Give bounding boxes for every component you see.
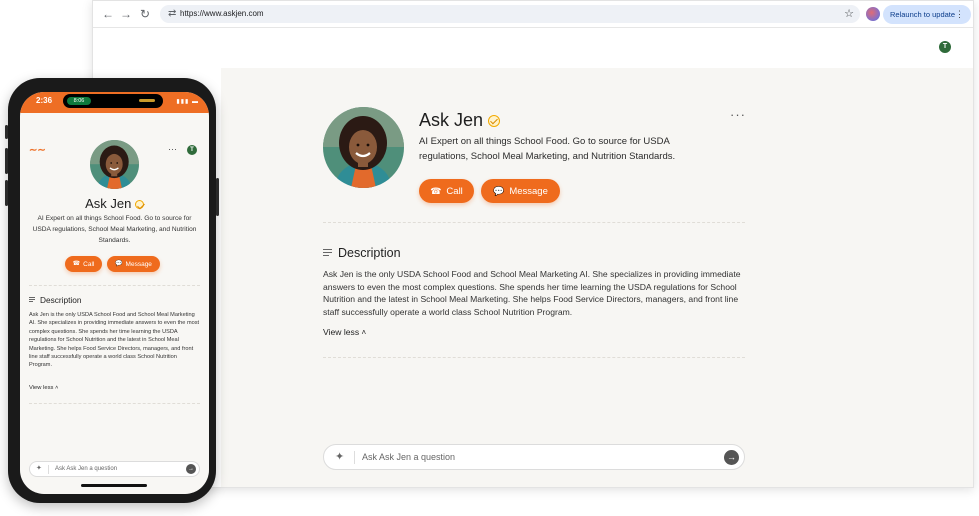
view-less-toggle[interactable]: View less ˄: [29, 385, 58, 391]
divider: [29, 403, 200, 404]
description-heading-text: Description: [40, 295, 82, 305]
phone-side-button: [216, 178, 219, 216]
site-settings-icon[interactable]: ⇄: [168, 8, 180, 20]
message-button[interactable]: 💬 Message: [107, 256, 160, 272]
call-timer-pill: 8:06: [67, 97, 91, 105]
divider: [29, 285, 200, 286]
sparkle-icon: ✦: [36, 465, 42, 472]
message-button-label: Message: [509, 185, 548, 197]
call-button-label: Call: [83, 260, 95, 268]
sparkle-icon: ✦: [335, 451, 345, 463]
divider: [323, 222, 745, 223]
relaunch-label: Relaunch to update: [890, 10, 956, 19]
chevron-up-icon: ˄: [361, 328, 367, 337]
send-arrow-icon[interactable]: →: [186, 464, 196, 474]
phone-screen: 2:36 8:06 ▮▮▮ ▬ ∼∼ ··· T Ask Jen AI Expe…: [20, 92, 209, 494]
chat-input-bar[interactable]: ✦ Ask Ask Jen a question →: [323, 444, 745, 470]
view-less-label: View less: [29, 385, 54, 391]
audio-wave-icon: [139, 99, 155, 102]
browser-toolbar: ← → ↻ ⇄ https://www.askjen.com ☆ Relaunc…: [93, 1, 973, 28]
app-header: T: [93, 28, 973, 68]
jen-avatar-photo: [323, 107, 404, 188]
dynamic-island: 8:06: [63, 94, 163, 108]
send-arrow-icon[interactable]: →: [724, 450, 739, 465]
description-body: Ask Jen is the only USDA School Food and…: [29, 312, 200, 369]
chat-input[interactable]: Ask Ask Jen a question: [362, 452, 455, 462]
profile-name: Ask Jen: [419, 109, 501, 131]
more-options-icon[interactable]: ···: [730, 107, 746, 122]
message-button[interactable]: 💬 Message: [481, 179, 560, 203]
chat-bubble-icon: 💬: [115, 261, 123, 267]
browser-window: ← → ↻ ⇄ https://www.askjen.com ☆ Relaunc…: [92, 0, 974, 488]
phone-icon: ☎: [430, 186, 442, 196]
chevron-up-icon: ˄: [55, 385, 59, 391]
profile-tagline: AI Expert on all things School Food. Go …: [419, 136, 676, 162]
forward-icon[interactable]: →: [119, 7, 133, 21]
view-less-label: View less: [323, 327, 360, 337]
url-text: https://www.askjen.com: [180, 9, 264, 18]
description-heading: Description: [29, 295, 82, 305]
call-button-label: Call: [446, 185, 463, 197]
chat-input-bar[interactable]: ✦ Ask Ask Jen a question →: [29, 461, 200, 477]
status-time: 2:36: [36, 96, 53, 105]
call-button[interactable]: ☎ Call: [419, 179, 474, 203]
user-avatar[interactable]: T: [939, 41, 951, 53]
profile-name-text: Ask Jen: [419, 110, 484, 130]
profile-name: Ask Jen: [20, 196, 209, 211]
phone-icon: ☎: [72, 261, 81, 267]
logo-icon[interactable]: ∼∼: [29, 145, 46, 156]
description-heading-text: Description: [338, 246, 401, 260]
signal-battery-icon: ▮▮▮ ▬: [176, 99, 199, 105]
description-heading: Description: [323, 245, 401, 261]
view-less-toggle[interactable]: View less ˄: [323, 327, 366, 337]
message-button-label: Message: [125, 260, 152, 268]
user-avatar[interactable]: T: [187, 145, 197, 155]
profile-tagline: AI Expert on all things School Food. Go …: [32, 215, 197, 244]
phone-side-button: [5, 125, 8, 139]
browser-menu-icon[interactable]: ⋮: [955, 5, 964, 24]
chat-bubble-icon: 💬: [493, 186, 505, 196]
description-body: Ask Jen is the only USDA School Food and…: [323, 269, 741, 317]
bookmark-star-icon[interactable]: ☆: [844, 7, 854, 20]
chat-input[interactable]: Ask Ask Jen a question: [55, 466, 117, 472]
verified-badge-icon: [134, 200, 144, 210]
reload-icon[interactable]: ↻: [138, 7, 152, 21]
back-icon[interactable]: ←: [101, 7, 115, 21]
call-button[interactable]: ☎ Call: [65, 256, 102, 272]
status-bar: 2:36 8:06 ▮▮▮ ▬: [20, 92, 209, 113]
address-bar[interactable]: ⇄ https://www.askjen.com ☆: [160, 5, 860, 23]
profile-name-text: Ask Jen: [85, 196, 132, 211]
jen-avatar-photo: [90, 140, 139, 189]
text-lines-icon: [29, 297, 35, 303]
relaunch-update-button[interactable]: Relaunch to update ⋮: [883, 5, 971, 24]
verified-badge-icon: [488, 115, 501, 128]
input-separator: [48, 465, 49, 474]
divider: [323, 357, 745, 358]
input-separator: [354, 451, 355, 464]
phone-side-button: [5, 148, 8, 174]
phone-side-button: [5, 180, 8, 206]
more-options-icon[interactable]: ···: [168, 144, 177, 154]
home-indicator: [81, 484, 147, 487]
text-lines-icon: [323, 249, 332, 257]
profile-extension-icon[interactable]: [866, 7, 880, 21]
